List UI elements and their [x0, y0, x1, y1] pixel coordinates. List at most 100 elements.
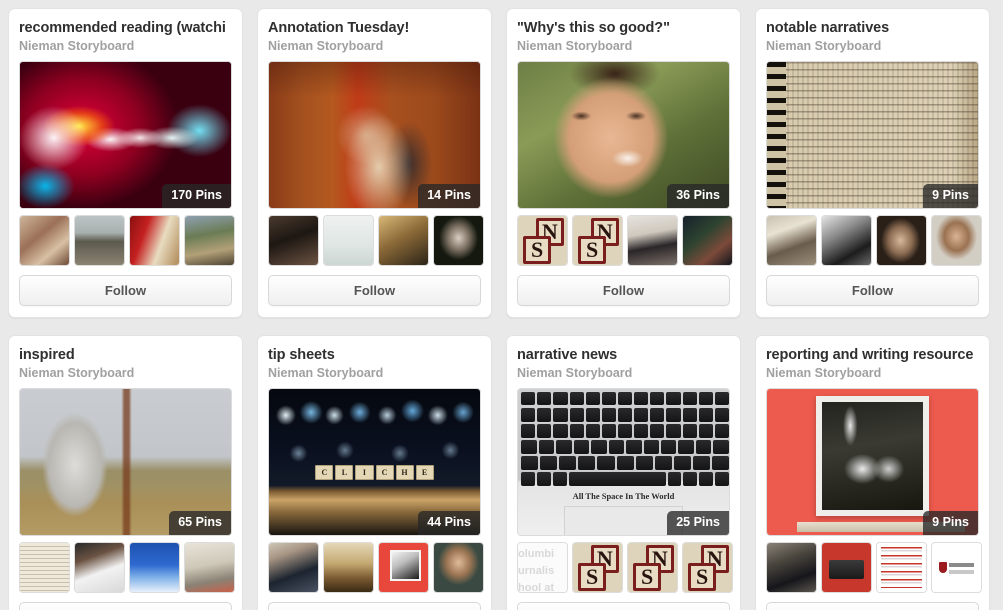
follow-button[interactable]: Follow	[766, 275, 979, 306]
board-thumbnail[interactable]	[627, 542, 678, 593]
board-cover[interactable]: 65 Pins	[19, 388, 232, 536]
board-title[interactable]: tip sheets	[268, 346, 481, 364]
board-thumbnail[interactable]	[184, 542, 235, 593]
board-thumbnail[interactable]	[268, 215, 319, 266]
board-thumbnail[interactable]	[378, 215, 429, 266]
board-thumbnail[interactable]	[433, 215, 484, 266]
board-title[interactable]: narrative news	[517, 346, 730, 364]
thumbnail-image	[324, 216, 373, 265]
board-card[interactable]: narrative news Nieman Storyboard All The S…	[506, 335, 741, 610]
thumbnail-image	[683, 216, 732, 265]
thumbnail-image	[269, 216, 318, 265]
trackpad	[564, 505, 683, 535]
board-cover[interactable]: 9 Pins	[766, 61, 979, 209]
board-thumbnail-strip	[517, 542, 733, 593]
board-thumbnail[interactable]	[323, 215, 374, 266]
board-card[interactable]: tip sheets Nieman Storyboard C L I C H E 44 Pins…	[257, 335, 492, 610]
board-thumbnail[interactable]	[433, 542, 484, 593]
scrabble-tiles: CLICHE	[315, 464, 434, 480]
thumbnail-image	[573, 216, 622, 265]
follow-button[interactable]: Follow	[517, 275, 730, 306]
follow-button[interactable]: Follow	[19, 275, 232, 306]
board-title[interactable]: notable narratives	[766, 19, 979, 37]
board-card[interactable]: reporting and writing resource Nieman Sto…	[755, 335, 990, 610]
board-thumbnail[interactable]	[931, 215, 982, 266]
board-owner[interactable]: Nieman Storyboard	[19, 38, 232, 54]
scrabble-tile: E	[415, 464, 434, 480]
thumbnail-image	[324, 543, 373, 592]
board-thumbnail-strip	[517, 215, 733, 266]
follow-button[interactable]: Follow	[268, 275, 481, 306]
thumbnail-image	[130, 543, 179, 592]
board-thumbnail[interactable]	[19, 542, 70, 593]
follow-button[interactable]: Follow	[766, 602, 979, 610]
board-owner[interactable]: Nieman Storyboard	[766, 38, 979, 54]
board-thumbnail[interactable]	[19, 215, 70, 266]
board-thumbnail[interactable]	[572, 215, 623, 266]
thumbnail-image	[767, 216, 816, 265]
board-thumbnail[interactable]	[682, 542, 733, 593]
board-thumbnail[interactable]	[876, 542, 927, 593]
board-thumbnail[interactable]	[766, 215, 817, 266]
board-card[interactable]: inspiredNieman Storyboard 65 Pins Follow	[8, 335, 243, 610]
board-thumbnail[interactable]	[931, 542, 982, 593]
board-cover[interactable]: 170 Pins	[19, 61, 232, 209]
board-thumbnail[interactable]	[129, 215, 180, 266]
board-thumbnail[interactable]	[74, 542, 125, 593]
board-cover[interactable]: C L I C H E 44 Pins	[268, 388, 481, 536]
follow-button[interactable]: Follow	[268, 602, 481, 610]
pin-count-badge: 25 Pins	[667, 511, 729, 535]
thumbnail-image	[518, 216, 567, 265]
board-thumbnail-strip	[268, 542, 484, 593]
keyboard-caption: All The Space In The World	[572, 491, 675, 502]
thumbnail-image	[628, 543, 677, 592]
thumbnail-image	[434, 543, 483, 592]
board-cover[interactable]: 36 Pins	[517, 61, 730, 209]
board-thumbnail[interactable]	[184, 215, 235, 266]
board-thumbnail[interactable]	[821, 542, 872, 593]
board-thumbnail[interactable]	[627, 215, 678, 266]
thumbnail-image	[75, 543, 124, 592]
board-thumbnail[interactable]	[682, 215, 733, 266]
board-card[interactable]: notable narratives Nieman Storyboard 9 Pin…	[755, 8, 990, 318]
board-thumbnail[interactable]	[74, 215, 125, 266]
board-title[interactable]: inspired	[19, 346, 232, 364]
board-cover[interactable]: 14 Pins	[268, 61, 481, 209]
board-cover[interactable]: 9 Pins	[766, 388, 979, 536]
board-card[interactable]: recommended reading (watchi Nieman Storyb…	[8, 8, 243, 318]
board-thumbnail[interactable]	[572, 542, 623, 593]
board-grid: recommended reading (watchi Nieman Storyb…	[0, 0, 1003, 610]
board-thumbnail[interactable]	[876, 215, 927, 266]
board-thumbnail-strip	[766, 215, 982, 266]
scrabble-tile: C	[315, 464, 334, 480]
follow-button[interactable]: Follow	[517, 602, 730, 610]
board-cover[interactable]: All The Space In The World 25 Pins	[517, 388, 730, 536]
board-thumbnail[interactable]	[517, 215, 568, 266]
board-title[interactable]: "Why's this so good?"	[517, 19, 730, 37]
board-thumbnail[interactable]	[517, 542, 568, 593]
board-thumbnail[interactable]	[766, 542, 817, 593]
thumbnail-image	[130, 216, 179, 265]
board-thumbnail-strip	[268, 215, 484, 266]
board-owner[interactable]: Nieman Storyboard	[268, 365, 481, 381]
board-owner[interactable]: Nieman Storyboard	[19, 365, 232, 381]
board-owner[interactable]: Nieman Storyboard	[268, 38, 481, 54]
board-title[interactable]: reporting and writing resource	[766, 346, 979, 364]
board-card[interactable]: "Why's this so good?" Nieman Storyboard 36…	[506, 8, 741, 318]
board-title[interactable]: Annotation Tuesday!	[268, 19, 481, 37]
board-thumbnail-strip	[19, 215, 235, 266]
board-owner[interactable]: Nieman Storyboard	[517, 38, 730, 54]
board-owner[interactable]: Nieman Storyboard	[517, 365, 730, 381]
thumbnail-image	[877, 543, 926, 592]
board-thumbnail[interactable]	[268, 542, 319, 593]
board-thumbnail[interactable]	[323, 542, 374, 593]
thumbnail-image	[185, 543, 234, 592]
board-card[interactable]: Annotation Tuesday! Nieman Storyboard 14 P…	[257, 8, 492, 318]
thumbnail-image	[932, 216, 981, 265]
board-title[interactable]: recommended reading (watchi	[19, 19, 232, 37]
board-thumbnail[interactable]	[378, 542, 429, 593]
follow-button[interactable]: Follow	[19, 602, 232, 610]
board-thumbnail[interactable]	[821, 215, 872, 266]
board-owner[interactable]: Nieman Storyboard	[766, 365, 979, 381]
board-thumbnail[interactable]	[129, 542, 180, 593]
